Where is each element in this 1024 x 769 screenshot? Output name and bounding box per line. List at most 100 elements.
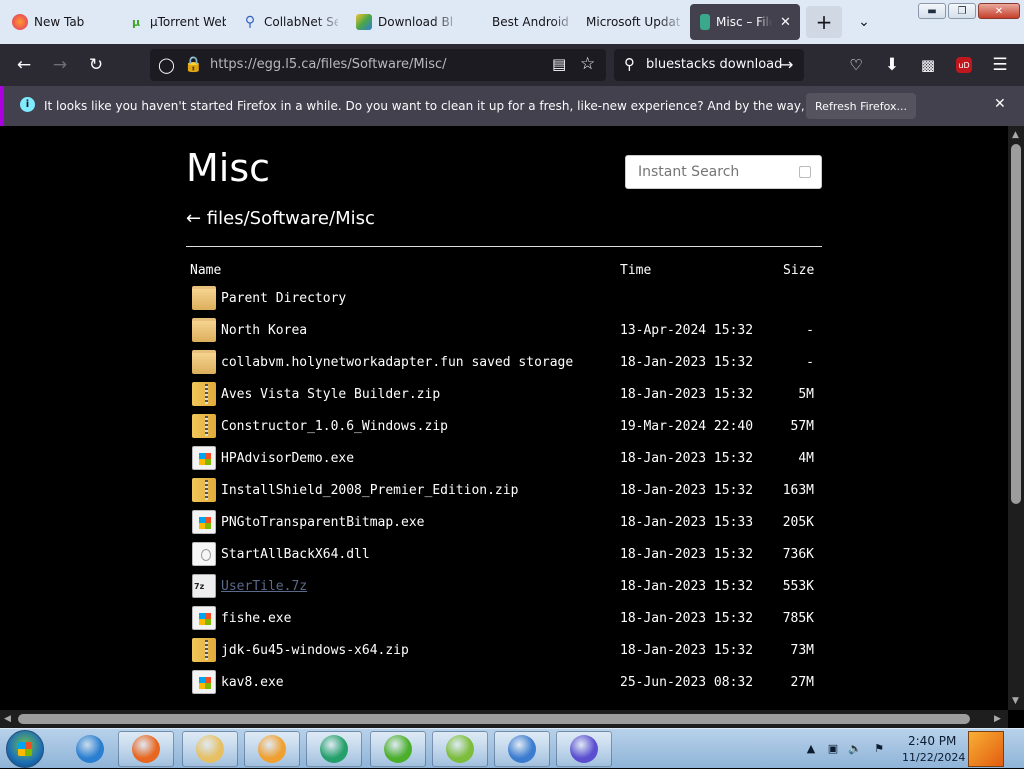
column-header-name[interactable]: Name [190, 263, 221, 278]
zip-archive-icon[interactable] [192, 382, 216, 406]
table-row[interactable]: Parent Directory [190, 286, 820, 314]
breadcrumb[interactable]: ← files/Software/Misc [186, 208, 375, 229]
clock-time[interactable]: 2:40 PM [908, 734, 956, 748]
url-bar[interactable]: ◯ 🔒 https://egg.l5.ca/files/Software/Mis… [150, 49, 606, 81]
go-arrow-icon[interactable]: → [780, 55, 793, 74]
new-tab-button[interactable]: + [806, 6, 842, 38]
scroll-left-icon[interactable]: ◀ [4, 714, 11, 724]
downloads-button[interactable]: ⬇ [878, 52, 906, 78]
tab-misc-files[interactable]: Misc – File ✕ [690, 4, 800, 40]
taskbar-button[interactable] [370, 731, 426, 767]
file-name[interactable]: fishe.exe [221, 611, 291, 626]
maximize-button[interactable]: ❐ [948, 3, 976, 19]
folder-icon[interactable] [192, 350, 216, 374]
dll-file-icon[interactable] [192, 542, 216, 566]
taskbar-button[interactable] [432, 731, 488, 767]
tab-best-android[interactable]: Best Android [482, 4, 576, 40]
horizontal-scroll-thumb[interactable] [18, 714, 970, 724]
close-icon[interactable]: ✕ [994, 96, 1006, 112]
zip-archive-icon[interactable] [192, 478, 216, 502]
show-hidden-icons-icon[interactable]: ▲ [804, 741, 818, 755]
close-tab-icon[interactable]: ✕ [780, 15, 791, 30]
column-header-time[interactable]: Time [620, 263, 651, 278]
table-row[interactable]: kav8.exe 25-Jun-2023 08:32 27M [190, 670, 820, 698]
url-text[interactable]: https://egg.l5.ca/files/Software/Misc/ [210, 57, 447, 72]
taskbar-button[interactable] [556, 731, 612, 767]
table-row[interactable]: StartAllBackX64.dll 18-Jan-2023 15:32 736K [190, 542, 820, 570]
volume-muted-icon[interactable]: 🔈 [848, 741, 862, 755]
reader-view-icon[interactable]: ▤ [552, 55, 566, 73]
file-name[interactable]: collabvm.holynetworkadapter.fun saved st… [221, 355, 573, 370]
forward-button[interactable]: → [46, 52, 74, 78]
executable-icon[interactable] [192, 446, 216, 470]
file-name[interactable]: StartAllBackX64.dll [221, 547, 370, 562]
back-button[interactable]: ← [10, 52, 38, 78]
table-row[interactable]: HPAdvisorDemo.exe 18-Jan-2023 15:32 4M [190, 446, 820, 474]
executable-icon[interactable] [192, 510, 216, 534]
table-row[interactable]: PNGtoTransparentBitmap.exe 18-Jan-2023 15… [190, 510, 820, 538]
column-header-size[interactable]: Size [783, 263, 814, 278]
tab-collabnet[interactable]: ⚲ CollabNet Se [232, 4, 344, 40]
list-all-tabs-button[interactable]: ⌄ [852, 10, 876, 34]
refresh-firefox-button[interactable]: Refresh Firefox... [806, 93, 916, 119]
file-name[interactable]: North Korea [221, 323, 307, 338]
file-name[interactable]: UserTile.7z [221, 579, 307, 594]
search-bar[interactable]: ⚲ bluestacks download → [614, 49, 804, 81]
file-name[interactable]: Parent Directory [221, 291, 346, 306]
taskbar-button[interactable] [244, 731, 300, 767]
taskbar-button[interactable] [306, 731, 362, 767]
file-name[interactable]: kav8.exe [221, 675, 284, 690]
table-row[interactable]: Aves Vista Style Builder.zip 18-Jan-2023 … [190, 382, 820, 410]
taskbar-button[interactable] [62, 731, 118, 767]
pocket-button[interactable]: ♡ [842, 52, 870, 78]
file-name[interactable]: InstallShield_2008_Premier_Edition.zip [221, 483, 518, 498]
zip-archive-icon[interactable] [192, 638, 216, 662]
folder-icon[interactable] [192, 318, 216, 342]
search-text[interactable]: bluestacks download [646, 57, 782, 72]
vertical-scroll-thumb[interactable] [1011, 144, 1021, 504]
folder-icon[interactable] [192, 286, 216, 310]
table-row[interactable]: jdk-6u45-windows-x64.zip 18-Jan-2023 15:3… [190, 638, 820, 666]
shield-icon[interactable]: ◯ [158, 56, 175, 74]
tab-download-bluestacks[interactable]: Download Bl [346, 4, 462, 40]
extensions-button[interactable]: ▩ [914, 52, 942, 78]
executable-icon[interactable] [192, 606, 216, 630]
reload-button[interactable]: ↻ [82, 52, 110, 78]
file-name[interactable]: jdk-6u45-windows-x64.zip [221, 643, 409, 658]
file-name[interactable]: Aves Vista Style Builder.zip [221, 387, 440, 402]
clock-date[interactable]: 11/22/2024 [902, 751, 965, 764]
table-row[interactable]: Constructor_1.0.6_Windows.zip 19-Mar-2024… [190, 414, 820, 442]
close-window-button[interactable]: ✕ [978, 3, 1020, 19]
tab-utorrent-web[interactable]: µ µTorrent Web [118, 4, 232, 40]
file-name[interactable]: Constructor_1.0.6_Windows.zip [221, 419, 448, 434]
executable-icon[interactable] [192, 670, 216, 694]
table-row[interactable]: fishe.exe 18-Jan-2023 15:32 785K [190, 606, 820, 634]
scroll-up-icon[interactable]: ▲ [1012, 130, 1019, 140]
table-row[interactable]: UserTile.7z 18-Jan-2023 15:32 553K [190, 574, 820, 602]
table-row[interactable]: North Korea 13-Apr-2024 15:32 - [190, 318, 820, 346]
table-row[interactable]: InstallShield_2008_Premier_Edition.zip 18… [190, 478, 820, 506]
lock-icon[interactable]: 🔒 [184, 55, 203, 73]
scroll-down-icon[interactable]: ▼ [1012, 696, 1019, 706]
tab-microsoft-update[interactable]: Microsoft Update [576, 4, 686, 40]
start-button[interactable] [6, 730, 44, 768]
file-name[interactable]: PNGtoTransparentBitmap.exe [221, 515, 425, 530]
show-desktop-button[interactable] [968, 731, 1004, 767]
bookmark-star-icon[interactable]: ☆ [580, 54, 595, 74]
taskbar-button[interactable] [118, 731, 174, 767]
tab-new-tab[interactable]: New Tab [2, 4, 118, 40]
seven-zip-archive-icon[interactable] [192, 574, 216, 598]
app-menu-button[interactable]: ☰ [986, 52, 1014, 78]
taskbar-button[interactable] [494, 731, 550, 767]
vertical-scrollbar[interactable]: ▲ ▼ [1008, 126, 1024, 710]
minimize-button[interactable]: ▬ [918, 3, 946, 19]
network-icon[interactable]: ▣ [826, 741, 840, 755]
ublock-button[interactable]: uD [950, 52, 978, 78]
zip-archive-icon[interactable] [192, 414, 216, 438]
action-center-flag-icon[interactable]: ⚑ [872, 741, 886, 755]
taskbar-button[interactable] [182, 731, 238, 767]
file-name[interactable]: HPAdvisorDemo.exe [221, 451, 354, 466]
scroll-right-icon[interactable]: ▶ [994, 714, 1001, 724]
table-row[interactable]: collabvm.holynetworkadapter.fun saved st… [190, 350, 820, 378]
horizontal-scrollbar[interactable]: ◀ ▶ [0, 710, 1008, 728]
